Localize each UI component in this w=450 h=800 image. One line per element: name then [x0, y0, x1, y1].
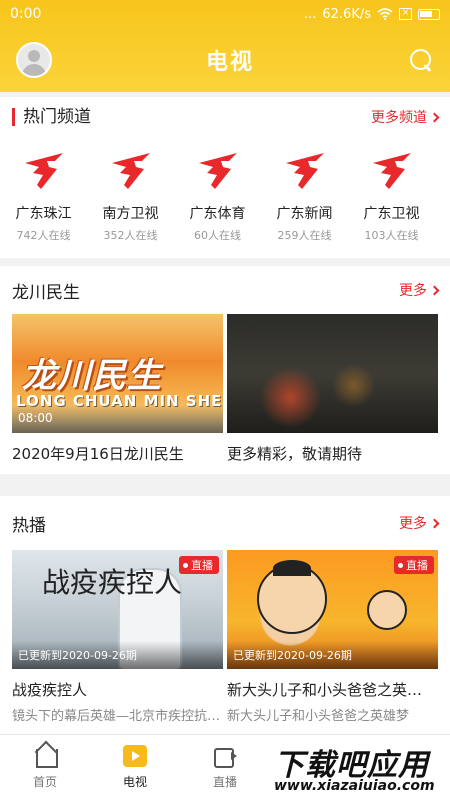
video-card[interactable]: 龙川民生 LONG CHUAN MIN SHENG 08:00 2020年9月1…: [12, 314, 223, 464]
channel-logo-icon: [285, 153, 324, 189]
status-bar: 0:00 ... 62.6K/s ×: [0, 0, 450, 28]
tab-label: 首页: [32, 775, 57, 789]
chevron-right-icon: [429, 518, 440, 528]
video-title[interactable]: 更多精彩，敬请期待: [227, 443, 438, 464]
tab-home[interactable]: 首页: [0, 735, 90, 800]
section-title: 龙川民生: [12, 282, 80, 303]
section-title: 热门频道: [12, 108, 91, 126]
longchuan-section: 龙川民生 更多 龙川民生 LONG CHUAN MIN SHENG 08:00 …: [0, 266, 450, 474]
channel-item[interactable]: 广东新闻 259人在线: [261, 145, 348, 243]
video-card[interactable]: 更多精彩，敬请期待: [227, 314, 438, 464]
channel-item[interactable]: 广东珠江 742人在线: [0, 145, 87, 243]
video-subtitle: 新大头儿子和小头爸爸之英雄梦: [227, 709, 410, 724]
watermark-url: www.xiazaiuiao.com: [274, 778, 435, 794]
video-thumbnail[interactable]: 龙川民生 LONG CHUAN MIN SHENG 08:00: [12, 314, 223, 433]
channel-viewers: 103人在线: [364, 229, 419, 242]
section-title: 热播: [12, 515, 46, 536]
thumbnail-title: 战疫疾控人: [42, 566, 183, 599]
channel-name: 南方卫视: [102, 206, 159, 222]
wifi-icon: [377, 8, 393, 20]
video-title[interactable]: 战疫疾控人: [12, 679, 223, 700]
update-status: 已更新到2020-09-26期: [233, 649, 352, 662]
hot-channels-section: 热门频道 更多频道 广东珠江 742人在线 南方卫视 352人在线 广东体育 6…: [0, 97, 450, 258]
nav-row: 电视: [0, 28, 450, 92]
search-icon[interactable]: [408, 47, 434, 73]
sim-x-icon: ×: [399, 8, 412, 20]
live-dot-icon: [183, 562, 188, 568]
chevron-right-icon: [429, 112, 440, 122]
longchuan-header: 龙川民生 更多: [0, 266, 450, 314]
hot-header: 热播 更多: [0, 496, 450, 550]
video-subtitle: 镜头下的幕后英雄—北京市疾控抗…: [12, 709, 221, 724]
video-thumbnail[interactable]: 直播 已更新到2020-09-26期: [227, 550, 438, 669]
tab-live[interactable]: 直播: [180, 735, 270, 800]
more-channels-link[interactable]: 更多频道: [371, 107, 440, 127]
hot-channels-header: 热门频道 更多频道: [0, 97, 450, 137]
update-status: 已更新到2020-09-26期: [18, 649, 137, 662]
channel-name: 广东新闻: [276, 206, 333, 222]
channel-item[interactable]: 南方卫视 352人在线: [87, 145, 174, 243]
tab-label: 电视: [122, 775, 147, 789]
tab-tv[interactable]: 电视: [90, 735, 180, 800]
channel-viewers: 259人在线: [277, 229, 332, 242]
video-duration: 08:00: [18, 411, 53, 425]
cartoon-hair: [273, 560, 311, 576]
watermark: 下载吧应用 www.xiazaiuiao.com: [268, 736, 450, 800]
channel-name: 广东珠江: [15, 206, 72, 222]
channel-logo-icon: [198, 153, 237, 189]
live-badge: 直播: [394, 556, 434, 574]
channel-viewers: 60人在线: [194, 229, 241, 242]
badge-label: 直播: [191, 559, 213, 572]
video-thumbnail[interactable]: 战疫疾控人 直播 已更新到2020-09-26期: [12, 550, 223, 669]
channel-viewers: 742人在线: [16, 229, 71, 242]
status-indicators: ... 62.6K/s ×: [304, 7, 440, 22]
channel-item[interactable]: 广东体育 60人在线: [174, 145, 261, 243]
hot-section: 热播 更多 战疫疾控人 直播 已更新到2020-09-26期 战疫疾控人 镜头下…: [0, 496, 450, 734]
channel-list: 广东珠江 742人在线 南方卫视 352人在线 广东体育 60人在线 广东新闻 …: [0, 137, 450, 243]
live-dot-icon: [398, 562, 403, 568]
status-dots: ...: [303, 6, 317, 22]
video-title[interactable]: 2020年9月16日龙川民生: [12, 443, 223, 464]
thumbnail-title: 龙川民生: [22, 356, 162, 396]
video-card[interactable]: 战疫疾控人 直播 已更新到2020-09-26期 战疫疾控人 镜头下的幕后英雄—…: [12, 550, 223, 724]
chevron-right-icon: [429, 285, 440, 295]
channel-logo-icon: [111, 153, 150, 189]
cartoon-face: [367, 590, 407, 630]
tv-icon: [123, 745, 147, 767]
video-grid: 战疫疾控人 直播 已更新到2020-09-26期 战疫疾控人 镜头下的幕后英雄—…: [0, 550, 450, 724]
status-time: 0:00: [10, 6, 42, 22]
live-icon: [213, 745, 237, 768]
channel-item[interactable]: 广东卫视 103人在线: [348, 145, 435, 243]
video-title[interactable]: 新大头儿子和小头爸爸之英…: [227, 679, 438, 700]
more-link[interactable]: 更多: [399, 513, 440, 533]
battery-icon: [418, 8, 440, 20]
more-link[interactable]: 更多: [399, 280, 440, 300]
channel-name: 广东卫视: [363, 206, 420, 222]
video-grid: 龙川民生 LONG CHUAN MIN SHENG 08:00 2020年9月1…: [0, 314, 450, 464]
avatar[interactable]: [16, 42, 52, 78]
badge-label: 直播: [406, 559, 428, 572]
page-title: 电视: [205, 50, 254, 75]
home-icon: [33, 745, 58, 768]
live-badge: 直播: [179, 556, 219, 574]
more-label: 更多频道: [371, 110, 427, 126]
more-label: 更多: [399, 283, 427, 299]
channel-logo-icon: [24, 153, 63, 189]
video-card[interactable]: 直播 已更新到2020-09-26期 新大头儿子和小头爸爸之英… 新大头儿子和小…: [227, 550, 438, 724]
network-speed: 62.6K/s: [322, 6, 371, 22]
channel-name: 广东体育: [189, 206, 246, 222]
tab-label: 直播: [212, 775, 237, 789]
app-header: 0:00 ... 62.6K/s × 电视: [0, 0, 450, 92]
more-label: 更多: [399, 516, 427, 532]
video-thumbnail[interactable]: [227, 314, 438, 433]
channel-viewers: 352人在线: [103, 229, 158, 242]
channel-logo-icon: [372, 153, 411, 189]
